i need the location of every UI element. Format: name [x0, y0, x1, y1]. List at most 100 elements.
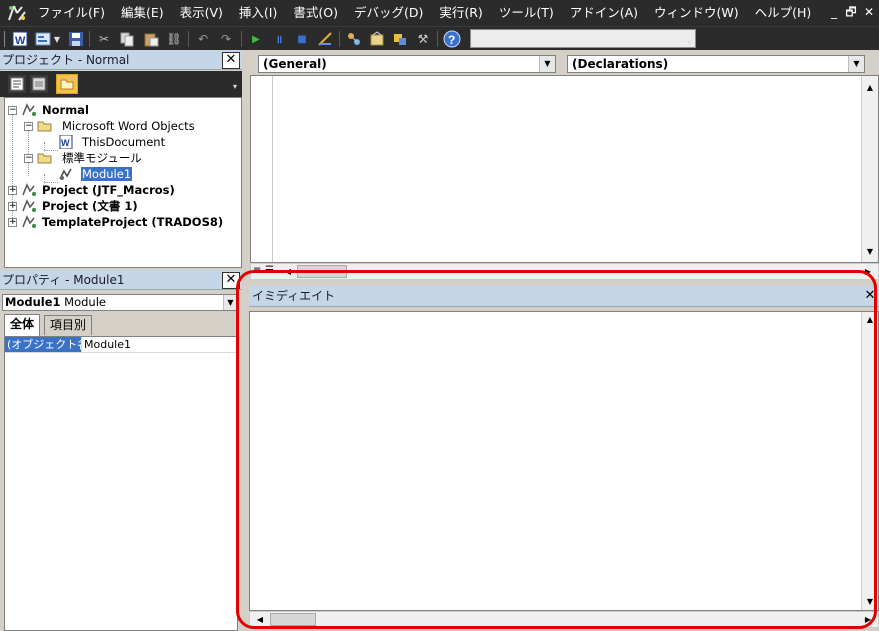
- menu-window[interactable]: ウィンドウ(W): [646, 0, 747, 26]
- save-icon[interactable]: [67, 30, 85, 48]
- toolbar-separator: [89, 31, 90, 47]
- menu-run[interactable]: 実行(R): [431, 0, 490, 26]
- word-document-icon: W: [58, 134, 74, 150]
- tree-item-project-jtf[interactable]: Project (JTF_Macros): [42, 182, 175, 198]
- immediate-horizontal-scrollbar[interactable]: ◀ ▶: [249, 611, 879, 628]
- immediate-window-header: イミディエイト: [249, 286, 879, 307]
- chevron-down-icon[interactable]: ▼: [539, 56, 555, 72]
- object-browser-icon[interactable]: [391, 30, 409, 48]
- immediate-vertical-scrollbar[interactable]: ▲ ▼: [861, 312, 878, 610]
- toolbar-grip[interactable]: [4, 31, 5, 47]
- collapse-icon[interactable]: −: [8, 106, 17, 115]
- paste-icon[interactable]: [142, 30, 160, 48]
- restore-button[interactable]: 🗗: [843, 4, 859, 20]
- tree-item-thisdocument[interactable]: ThisDocument: [82, 134, 165, 150]
- properties-icon[interactable]: [368, 30, 386, 48]
- word-icon[interactable]: W: [11, 30, 29, 48]
- menu-edit[interactable]: 編集(E): [113, 0, 172, 26]
- design-mode-icon[interactable]: [316, 30, 334, 48]
- tree-item-module1[interactable]: Module1: [81, 166, 133, 182]
- redo-icon[interactable]: ↷: [217, 30, 235, 48]
- project-explorer-icon[interactable]: [345, 30, 363, 48]
- menu-tools[interactable]: ツール(T): [491, 0, 562, 26]
- view-code-icon[interactable]: [8, 75, 26, 93]
- menu-format[interactable]: 書式(O): [285, 0, 346, 26]
- scroll-thumb[interactable]: [297, 265, 347, 278]
- property-value[interactable]: Module1: [81, 337, 237, 352]
- expand-icon[interactable]: +: [8, 186, 17, 195]
- toolbar-options-icon[interactable]: ▾: [684, 37, 694, 47]
- project-panel-header: プロジェクト - Normal: [0, 50, 242, 70]
- line-column-combo[interactable]: [470, 29, 696, 48]
- procedure-combo[interactable]: (Declarations) ▼: [567, 55, 865, 73]
- scroll-left-icon[interactable]: ◀: [279, 264, 297, 279]
- code-editor[interactable]: ▲ ▼: [250, 75, 879, 263]
- dropdown-icon[interactable]: ▼: [52, 30, 62, 48]
- close-window-button[interactable]: ✕: [861, 4, 877, 20]
- svg-text:W: W: [61, 138, 70, 148]
- properties-panel: プロパティ - Module1 ✕ Module1 Module ▼ 全体 項目…: [0, 270, 242, 631]
- run-icon[interactable]: ▶: [247, 30, 265, 48]
- svg-text:W: W: [15, 35, 26, 47]
- project-toolbar-options-icon[interactable]: ▾: [230, 81, 240, 91]
- procedure-view-icon[interactable]: ≡: [253, 265, 261, 277]
- close-immediate-window-button[interactable]: ✕: [863, 289, 877, 303]
- code-vertical-scrollbar[interactable]: ▲ ▼: [861, 76, 878, 262]
- reset-icon[interactable]: ■: [293, 30, 311, 48]
- tree-item-template-project[interactable]: TemplateProject (TRADOS8): [42, 214, 223, 230]
- scroll-up-icon[interactable]: ▲: [862, 312, 878, 328]
- collapse-icon[interactable]: −: [24, 154, 33, 163]
- help-icon[interactable]: ?: [443, 30, 461, 48]
- code-horizontal-scrollbar[interactable]: ≡ ☰ ◀ ▶: [250, 263, 879, 280]
- object-combo[interactable]: (General) ▼: [258, 55, 556, 73]
- chevron-down-icon[interactable]: ▼: [848, 56, 864, 72]
- view-object-icon[interactable]: [30, 75, 48, 93]
- property-row[interactable]: (オブジェクト名) Module1: [5, 337, 237, 353]
- object-select[interactable]: Module1 Module ▼: [2, 294, 238, 311]
- cut-icon[interactable]: ✂: [95, 30, 113, 48]
- toolbar-separator: [437, 31, 438, 47]
- scroll-right-icon[interactable]: ▶: [860, 612, 876, 627]
- menu-bar: ファイル(F) 編集(E) 表示(V) 挿入(I) 書式(O) デバッグ(D) …: [0, 0, 879, 26]
- tree-item-word-objects[interactable]: Microsoft Word Objects: [62, 118, 195, 134]
- minimize-button[interactable]: _: [826, 4, 842, 20]
- undo-icon[interactable]: ↶: [194, 30, 212, 48]
- tree-item-standard-modules[interactable]: 標準モジュール: [62, 150, 142, 166]
- scroll-down-icon[interactable]: ▼: [862, 244, 878, 260]
- vba-app-icon[interactable]: [6, 3, 28, 23]
- menu-insert[interactable]: 挿入(I): [231, 0, 285, 26]
- menu-view[interactable]: 表示(V): [172, 0, 231, 26]
- immediate-editor[interactable]: ▲ ▼: [249, 311, 879, 611]
- scroll-down-icon[interactable]: ▼: [862, 594, 878, 610]
- find-icon[interactable]: ⛓: [165, 30, 183, 48]
- chevron-down-icon[interactable]: ▼: [223, 295, 237, 310]
- tab-alphabetic[interactable]: 全体: [4, 314, 41, 336]
- scroll-thumb[interactable]: [270, 613, 316, 626]
- immediate-window-title: イミディエイト: [252, 289, 336, 303]
- menu-addins[interactable]: アドイン(A): [562, 0, 646, 26]
- tree-item-project-doc1[interactable]: Project (文書 1): [42, 198, 138, 214]
- vba-project-icon: [21, 199, 37, 213]
- copy-icon[interactable]: [118, 30, 136, 48]
- menu-debug[interactable]: デバッグ(D): [346, 0, 431, 26]
- close-project-panel-button[interactable]: ✕: [222, 52, 240, 69]
- collapse-icon[interactable]: −: [24, 122, 33, 131]
- margin-indicator-bar: [251, 76, 273, 262]
- scroll-left-icon[interactable]: ◀: [252, 612, 268, 627]
- break-icon[interactable]: ॥: [270, 30, 288, 48]
- expand-icon[interactable]: +: [8, 218, 17, 227]
- toolbar-separator: [188, 31, 189, 47]
- tab-categorized[interactable]: 項目別: [44, 315, 93, 335]
- scroll-up-icon[interactable]: ▲: [862, 80, 878, 96]
- expand-icon[interactable]: +: [8, 202, 17, 211]
- menu-help[interactable]: ヘルプ(H): [747, 0, 820, 26]
- scroll-right-icon[interactable]: ▶: [860, 264, 876, 279]
- tree-item-normal[interactable]: Normal: [42, 102, 89, 118]
- close-properties-panel-button[interactable]: ✕: [222, 272, 240, 289]
- menu-file[interactable]: ファイル(F): [36, 0, 113, 26]
- toggle-folders-icon[interactable]: [56, 74, 78, 94]
- insert-userform-icon[interactable]: [34, 30, 52, 48]
- toolbox-icon[interactable]: ⚒: [414, 30, 432, 48]
- full-module-view-icon[interactable]: ☰: [265, 265, 274, 277]
- immediate-window: イミディエイト ✕ ▲ ▼ ◀ ▶: [242, 286, 879, 631]
